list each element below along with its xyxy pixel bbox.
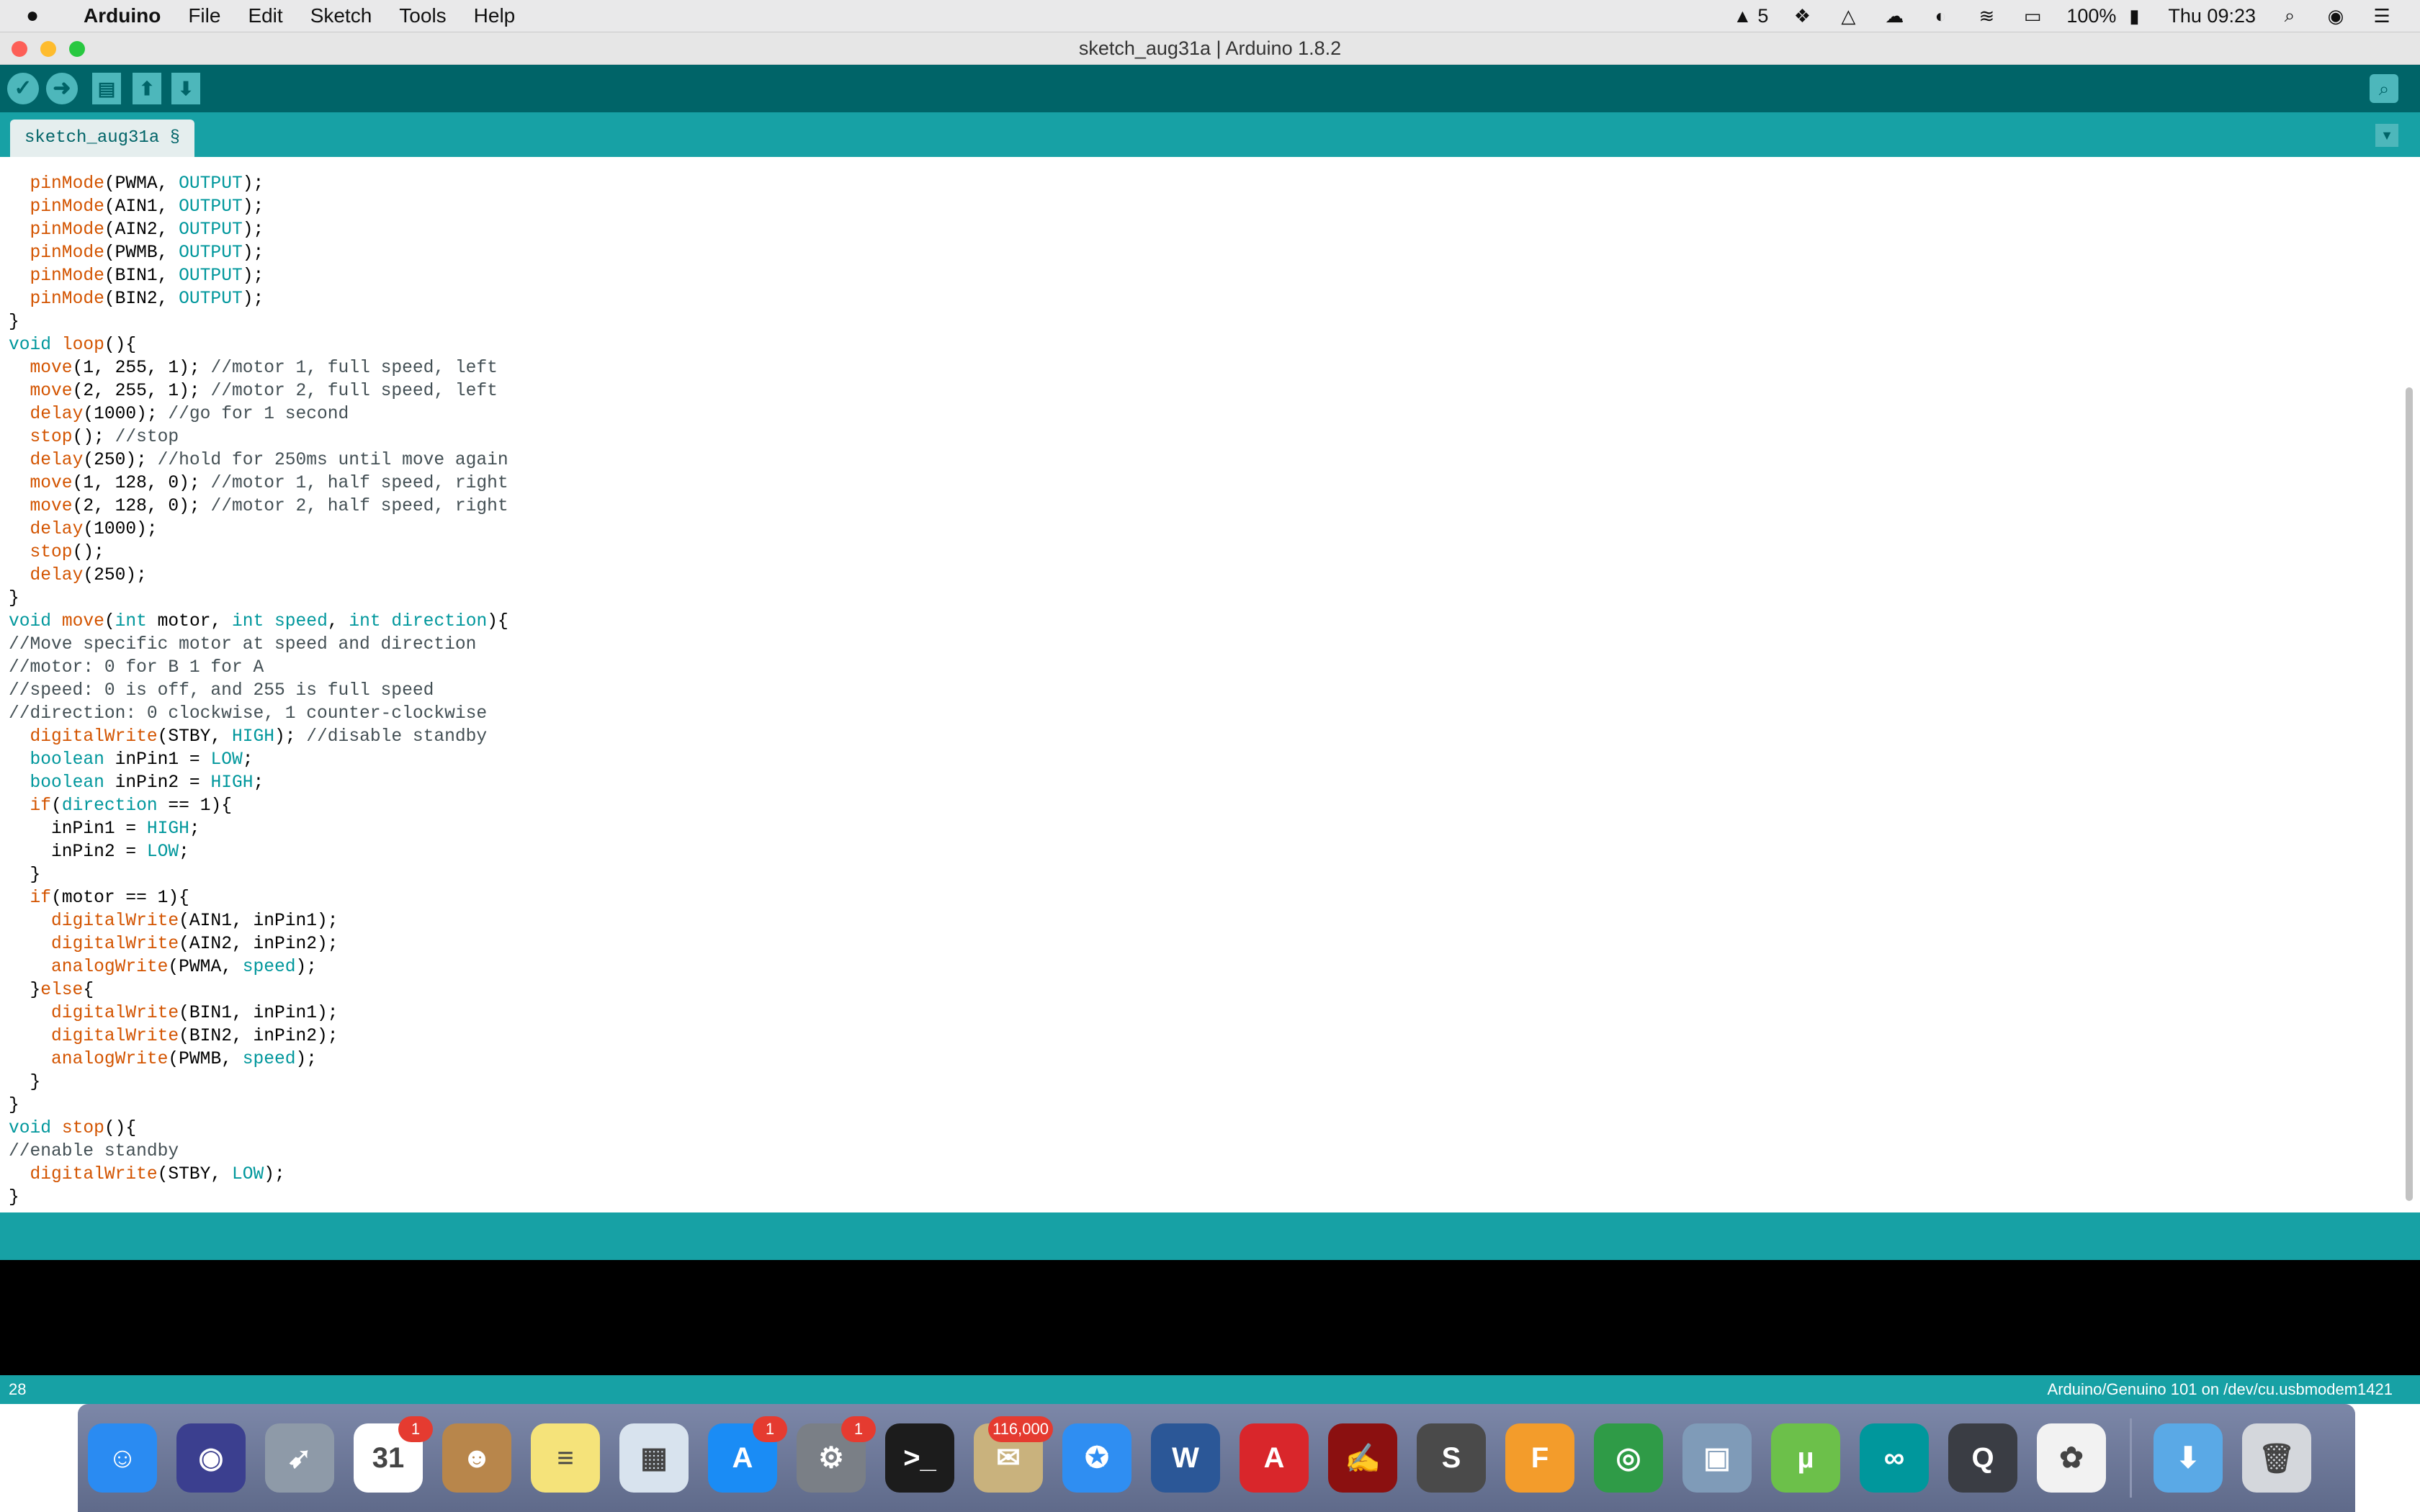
image-capture-icon[interactable]: ▣ — [1682, 1423, 1752, 1493]
arrow-right-icon: ➜ — [53, 76, 71, 100]
magnifier-icon: ⌕ — [2378, 78, 2390, 99]
new-file-icon: ▤ — [97, 78, 116, 99]
siri-menu-icon[interactable]: ◉ — [2323, 5, 2348, 27]
notification-badge: 1 — [841, 1416, 876, 1442]
notification-center-icon[interactable]: ☰ — [2370, 5, 2394, 27]
dock: ☺ ◉ ➹ 31 1 ☻ ≡ ▦ A 1 ⚙ 1 >_ ✉ 116,000 ✪ W A ✍ S F ◎ ▣ µ ∞ Q ✿ ⬇ 🗑 — [78, 1404, 2355, 1512]
line-number: 28 — [9, 1380, 27, 1398]
battery-icon[interactable]: ▮ — [2122, 5, 2146, 27]
terminal-icon[interactable]: >_ — [885, 1423, 954, 1493]
menu-arduino[interactable]: Arduino — [84, 4, 161, 27]
wifi-icon[interactable]: ≋ — [1974, 5, 1999, 27]
code-line-partial — [9, 157, 30, 171]
serial-monitor-button[interactable]: ⌕ — [2370, 74, 2398, 103]
apple-menu-icon[interactable]: ● — [26, 4, 55, 28]
console-output[interactable] — [0, 1260, 2420, 1375]
notes-icon[interactable]: ≡ — [531, 1423, 600, 1493]
minimize-window-button[interactable] — [40, 41, 56, 57]
acrobat-icon[interactable]: ✍ — [1328, 1423, 1397, 1493]
menu-sketch[interactable]: Sketch — [310, 4, 372, 27]
airplay-icon[interactable]: ▭ — [2020, 5, 2045, 27]
photos-icon[interactable]: ✿ — [2037, 1423, 2106, 1493]
adobe-count: 5 — [1757, 4, 1769, 27]
safari-icon[interactable]: ✪ — [1062, 1423, 1131, 1493]
fusion-360-icon[interactable]: F — [1505, 1423, 1574, 1493]
dropbox-icon[interactable]: ❖ — [1790, 5, 1814, 27]
globe-icon[interactable]: ◐ — [1928, 5, 1953, 27]
code-text[interactable]: pinMode(PWMA, OUTPUT); pinMode(AIN1, OUT… — [9, 157, 508, 1210]
arduino-icon[interactable]: ∞ — [1860, 1423, 1929, 1493]
finder-icon[interactable]: ☺ — [88, 1423, 157, 1493]
quicktime-icon[interactable]: Q — [1948, 1423, 2017, 1493]
menu-bar: ● Arduino File Edit Sketch Tools Help ▲ … — [0, 0, 2420, 32]
save-sketch-button[interactable]: ⬇ — [171, 73, 200, 104]
code-editor[interactable]: pinMode(PWMA, OUTPUT); pinMode(AIN1, OUT… — [0, 157, 2420, 1212]
sketch-tab-bar: sketch_aug31a § ▼ — [0, 112, 2420, 157]
chrome-icon[interactable]: ◎ — [1594, 1423, 1663, 1493]
tab-sketch-aug31a[interactable]: sketch_aug31a § — [10, 120, 195, 157]
arduino-toolbar: ✓ ➜ ▤ ⬆ ⬇ ⌕ — [0, 65, 2420, 112]
notification-badge: 1 — [753, 1416, 787, 1442]
system-preferences-icon[interactable]: ⚙ 1 — [797, 1416, 876, 1493]
trash-icon[interactable]: 🗑 — [2242, 1423, 2311, 1493]
upload-button[interactable]: ➜ — [46, 73, 78, 104]
spotlight-search-icon[interactable]: ⌕ — [2277, 4, 2302, 26]
menu-help[interactable]: Help — [474, 4, 516, 27]
arrow-up-icon: ⬆ — [139, 78, 155, 99]
dock-separator — [2130, 1418, 2132, 1498]
notification-badge: 116,000 — [988, 1416, 1053, 1442]
app-store-icon[interactable]: A1 — [708, 1416, 787, 1493]
notification-badge: 1 — [398, 1416, 433, 1442]
clock[interactable]: Thu 09:23 — [2168, 5, 2256, 27]
tab-menu-button[interactable]: ▼ — [2375, 124, 2398, 147]
menu-tools[interactable]: Tools — [399, 4, 446, 27]
word-icon[interactable]: W — [1151, 1423, 1220, 1493]
downloads-folder-icon[interactable]: ⬇ — [2154, 1423, 2223, 1493]
launchpad-icon[interactable]: ➹ — [265, 1423, 334, 1493]
mail-icon[interactable]: ✉ 116,000 — [974, 1416, 1053, 1493]
board-port-info: Arduino/Genuino 101 on /dev/cu.usbmodem1… — [2047, 1380, 2393, 1398]
window-title: sketch_aug31a | Arduino 1.8.2 — [1078, 37, 1342, 59]
open-sketch-button[interactable]: ⬆ — [133, 73, 161, 104]
new-sketch-button[interactable]: ▤ — [92, 73, 121, 104]
siri-icon[interactable]: ◉ — [176, 1423, 246, 1493]
window-title-bar: sketch_aug31a | Arduino 1.8.2 — [0, 32, 2420, 65]
check-icon: ✓ — [14, 76, 32, 100]
battery-percent: 100% — [2066, 4, 2117, 27]
verify-button[interactable]: ✓ — [7, 73, 39, 104]
creative-cloud-icon[interactable]: ☁ — [1882, 5, 1906, 27]
close-window-button[interactable] — [12, 41, 27, 57]
triangle-down-icon: ▼ — [2380, 128, 2393, 143]
menu-edit[interactable]: Edit — [248, 4, 282, 27]
google-drive-icon[interactable]: △ — [1836, 5, 1860, 27]
zoom-window-button[interactable] — [69, 41, 85, 57]
preview-icon[interactable]: ▦ — [619, 1423, 689, 1493]
autocad-icon[interactable]: A — [1240, 1423, 1309, 1493]
footer-bar: 28 Arduino/Genuino 101 on /dev/cu.usbmod… — [0, 1375, 2420, 1404]
utorrent-icon[interactable]: µ — [1771, 1423, 1840, 1493]
menu-file[interactable]: File — [188, 4, 220, 27]
adobe-status-icon[interactable]: ▲ — [1730, 5, 1754, 27]
arrow-down-icon: ⬇ — [178, 78, 194, 99]
calendar-icon[interactable]: 31 1 — [354, 1416, 433, 1493]
sublime-text-icon[interactable]: S — [1417, 1423, 1486, 1493]
editor-scrollbar[interactable] — [2406, 387, 2413, 1201]
status-bar — [0, 1212, 2420, 1260]
contacts-icon[interactable]: ☻ — [442, 1423, 511, 1493]
